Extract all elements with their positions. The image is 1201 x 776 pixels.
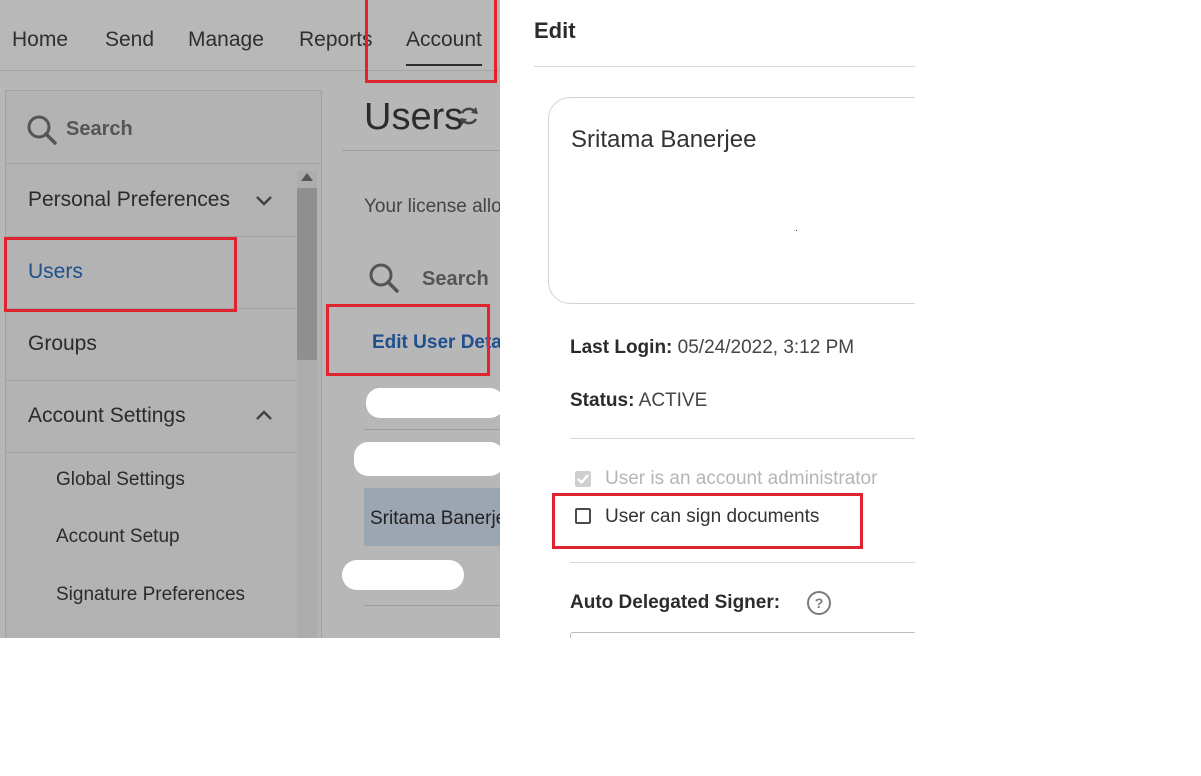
admin-checkbox[interactable] bbox=[575, 471, 591, 487]
highlight-users-item bbox=[4, 237, 237, 312]
divider bbox=[570, 562, 915, 563]
panel-title: Edit bbox=[534, 18, 576, 43]
last-login-value: 05/24/2022, 3:12 PM bbox=[677, 337, 855, 358]
nav-manage[interactable]: Manage bbox=[188, 28, 264, 52]
sidebar-subitem-global-settings[interactable]: Global Settings bbox=[56, 469, 185, 491]
sidebar: Search Personal Preferences Users Groups… bbox=[5, 90, 322, 638]
highlight-sign-documents bbox=[552, 493, 863, 549]
highlight-edit-user-link bbox=[326, 304, 490, 376]
sidebar-item-account-settings[interactable]: Account Settings bbox=[6, 380, 296, 453]
nav-reports[interactable]: Reports bbox=[299, 28, 373, 52]
status-label: Status: bbox=[570, 390, 635, 411]
auto-delegated-signer-label: Auto Delegated Signer: bbox=[570, 592, 781, 613]
user-card: Sritama Banerjee bbox=[548, 97, 915, 304]
chevron-up-icon bbox=[256, 410, 272, 420]
nav-home[interactable]: Home bbox=[12, 28, 68, 52]
row-divider bbox=[364, 429, 500, 430]
row-user-name: Sritama Banerje bbox=[370, 508, 500, 529]
last-login: Last Login: 05/24/2022, 3:12 PM bbox=[570, 337, 854, 359]
sidebar-scroll-thumb[interactable] bbox=[297, 188, 317, 360]
highlight-account-tab bbox=[365, 0, 497, 83]
license-text: Your license allo bbox=[364, 196, 500, 217]
sidebar-search[interactable]: Search bbox=[6, 91, 321, 164]
divider bbox=[342, 150, 500, 151]
redacted-row bbox=[342, 560, 464, 590]
sidebar-item-label: Personal Preferences bbox=[28, 188, 230, 211]
last-login-label: Last Login: bbox=[570, 337, 673, 358]
scroll-up-arrow-icon[interactable] bbox=[301, 173, 313, 181]
divider bbox=[534, 66, 915, 67]
status-value: ACTIVE bbox=[638, 390, 708, 411]
sidebar-subitem-signature-preferences[interactable]: Signature Preferences bbox=[56, 584, 245, 606]
row-divider bbox=[364, 605, 500, 606]
divider bbox=[570, 438, 915, 439]
search-icon[interactable] bbox=[368, 262, 400, 294]
search-icon bbox=[27, 115, 57, 145]
background-app: Home Send Manage Reports Account Search … bbox=[0, 0, 500, 638]
page-title: Users bbox=[364, 96, 464, 138]
refresh-icon[interactable] bbox=[457, 104, 481, 128]
checkmark-icon bbox=[577, 474, 589, 485]
sidebar-item-groups[interactable]: Groups bbox=[6, 308, 296, 381]
sidebar-item-label: Groups bbox=[28, 332, 97, 355]
redacted-row bbox=[366, 388, 500, 418]
sidebar-search-placeholder: Search bbox=[66, 118, 133, 140]
user-name: Sritama Banerjee bbox=[571, 126, 757, 153]
dot bbox=[796, 230, 797, 231]
auto-delegated-signer-input[interactable] bbox=[570, 632, 915, 638]
sidebar-item-personal-preferences[interactable]: Personal Preferences bbox=[6, 164, 296, 237]
status: Status: ACTIVE bbox=[570, 390, 707, 412]
nav-send[interactable]: Send bbox=[105, 28, 154, 52]
sidebar-item-label: Account Settings bbox=[28, 404, 186, 427]
admin-checkbox-label: User is an account administrator bbox=[605, 468, 878, 489]
sidebar-subitem-account-setup[interactable]: Account Setup bbox=[56, 526, 180, 548]
table-row-selected[interactable]: Sritama Banerje bbox=[364, 488, 500, 546]
users-search-placeholder[interactable]: Search bbox=[422, 268, 489, 291]
chevron-down-icon bbox=[256, 196, 272, 206]
redacted-row bbox=[354, 442, 500, 476]
help-icon[interactable]: ? bbox=[807, 591, 831, 615]
